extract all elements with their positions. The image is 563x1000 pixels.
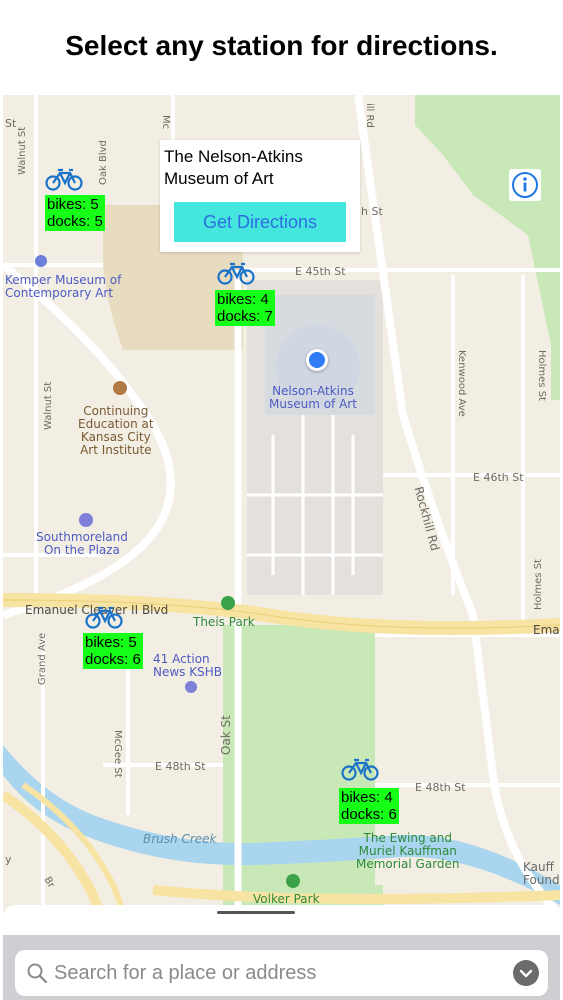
info-icon <box>512 172 538 198</box>
poi-continuing-education[interactable]: Continuing Education at Kansas City Art … <box>78 405 154 457</box>
chevron-down-icon <box>519 969 533 978</box>
bicycle-icon[interactable] <box>85 605 123 629</box>
street-label: St <box>5 117 17 130</box>
park-pin-icon <box>221 596 235 610</box>
station-info[interactable]: bikes: 4 docks: 6 <box>339 788 399 824</box>
station-docks: docks: 6 <box>85 651 141 668</box>
street-label: Walnut St <box>43 381 54 430</box>
station-docks: docks: 7 <box>217 308 273 325</box>
poi-southmoreland[interactable]: Southmoreland On the Plaza <box>36 531 128 557</box>
poi-ewing-garden[interactable]: The Ewing and Muriel Kauffman Memorial G… <box>356 832 460 871</box>
poi-nelson-atkins[interactable]: Nelson-Atkins Museum of Art <box>269 385 357 411</box>
info-button[interactable] <box>509 169 541 201</box>
station-info[interactable]: bikes: 5 docks: 5 <box>45 195 105 231</box>
street-label: Kenwood Ave <box>456 350 467 417</box>
street-label: E 48th St <box>155 760 206 773</box>
street-label: y <box>5 853 12 866</box>
street-label: h St <box>361 205 383 218</box>
street-label: McGee St <box>112 730 123 778</box>
bicycle-icon[interactable] <box>341 757 379 781</box>
street-label: Holmes St <box>536 350 547 401</box>
search-icon <box>27 963 48 984</box>
search-input[interactable] <box>54 958 454 988</box>
sheet-grabber[interactable] <box>217 911 295 914</box>
station-bikes: bikes: 5 <box>47 196 99 213</box>
street-label: Oak Blvd <box>98 140 109 185</box>
station-bikes: bikes: 5 <box>85 634 137 651</box>
street-label: Holmes St <box>533 559 544 610</box>
street-label: Ema <box>533 623 560 637</box>
bicycle-icon[interactable] <box>217 261 255 285</box>
tv-station-pin-icon <box>185 681 197 693</box>
station-info[interactable]: bikes: 5 docks: 6 <box>83 633 143 669</box>
street-label: E 45th St <box>295 265 346 278</box>
street-label: Oak St <box>219 715 233 755</box>
street-label: E 48th St <box>415 781 466 794</box>
station-bikes: bikes: 4 <box>217 291 269 308</box>
street-label: Mc <box>160 115 171 130</box>
station-docks: docks: 5 <box>47 213 103 230</box>
poi-theis-park[interactable]: Theis Park <box>193 616 255 629</box>
poi-kauffman-foundation[interactable]: Kauff Found <box>523 861 560 887</box>
page-title: Select any station for directions. <box>65 30 498 61</box>
station-callout: The Nelson-Atkins Museum of Art Get Dire… <box>160 140 360 252</box>
poi-action-news[interactable]: 41 Action News KSHB <box>153 653 222 679</box>
shopping-pin-icon <box>79 513 93 527</box>
station-docks: docks: 6 <box>341 806 397 823</box>
street-label: Walnut St <box>17 126 28 175</box>
chevron-down-button[interactable] <box>513 960 539 986</box>
water-label: Brush Creek <box>143 832 217 846</box>
museum-pin-icon <box>35 255 47 267</box>
street-label: Grand Ave <box>37 632 48 685</box>
callout-title: The Nelson-Atkins Museum of Art <box>164 147 303 188</box>
poi-kemper[interactable]: Kemper Museum of Contemporary Art <box>5 274 121 300</box>
get-directions-button[interactable]: Get Directions <box>174 202 346 242</box>
street-label: ill Rd <box>364 103 375 128</box>
station-info[interactable]: bikes: 4 docks: 7 <box>215 290 275 326</box>
station-bikes: bikes: 4 <box>341 789 393 806</box>
park-pin-icon <box>286 874 300 888</box>
user-location-dot <box>306 349 328 371</box>
school-pin-icon <box>113 381 127 395</box>
bicycle-icon[interactable] <box>45 167 83 191</box>
street-label: E 46th St <box>473 471 524 484</box>
